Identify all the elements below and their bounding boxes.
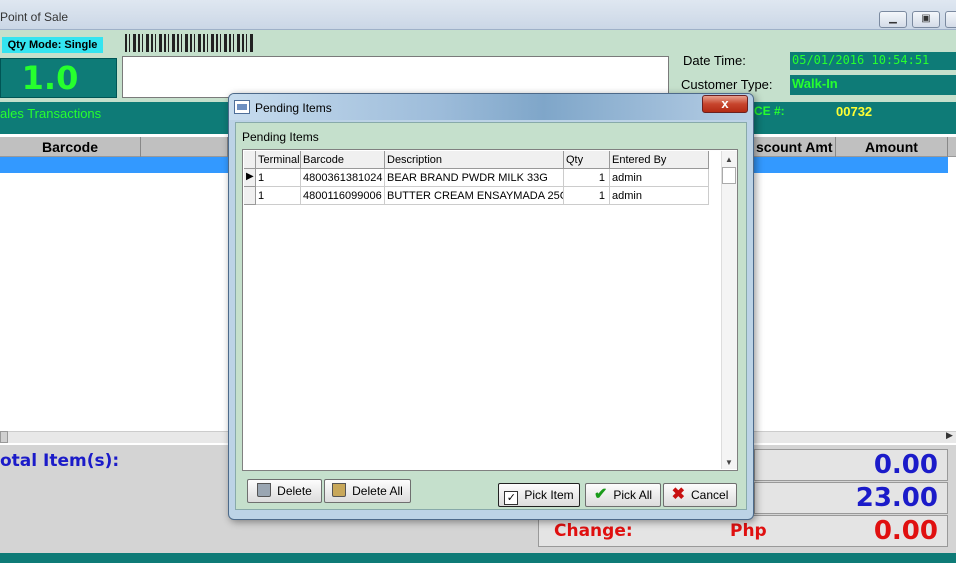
delete-all-button[interactable]: Delete All — [324, 479, 411, 503]
window-titlebar — [0, 0, 956, 30]
customer-type-value: Walk-In — [790, 75, 956, 95]
pick-all-label: Pick All — [613, 488, 653, 502]
scrollbar-thumb[interactable] — [722, 167, 736, 184]
invoice-number: 00732 — [836, 104, 873, 119]
column-description[interactable]: Description — [385, 151, 564, 169]
total-value-1: 0.00 — [873, 450, 938, 480]
cell-qty[interactable]: 1 — [564, 169, 610, 187]
column-entered-by[interactable]: Entered By — [610, 151, 709, 169]
printer-icon — [234, 100, 250, 114]
date-time-value: 05/01/2016 10:54:51 — [790, 52, 956, 70]
x-icon: ✖ — [671, 486, 686, 503]
cell-entered-by[interactable]: admin — [610, 169, 709, 187]
column-blank[interactable] — [141, 137, 228, 157]
cell-terminal[interactable]: 1 — [256, 169, 301, 187]
invoice-label: CE #: — [754, 104, 785, 118]
cell-barcode[interactable]: 4800361381024 — [301, 169, 385, 187]
current-row-indicator[interactable]: ▶ — [244, 169, 256, 187]
pick-all-button[interactable]: ✔ Pick All — [585, 483, 661, 507]
cancel-button[interactable]: ✖ Cancel — [663, 483, 737, 507]
qty-value: 1.0 — [21, 59, 79, 97]
qty-mode-badge: Qty Mode: Single — [2, 37, 103, 53]
delete-label: Delete — [277, 484, 312, 498]
dialog-close-button[interactable]: x — [702, 95, 748, 113]
cancel-label: Cancel — [691, 488, 729, 502]
barcode-icon — [125, 34, 255, 52]
pick-item-label: Pick Item — [524, 488, 574, 502]
cell-barcode[interactable]: 4800116099006 — [301, 187, 385, 205]
delete-all-label: Delete All — [352, 484, 403, 498]
scroll-down-icon[interactable]: ▼ — [723, 458, 735, 467]
close-window-button[interactable] — [945, 11, 956, 28]
cell-description[interactable]: BUTTER CREAM ENSAYMADA 25G — [385, 187, 564, 205]
minimize-icon: ▁ — [889, 13, 897, 24]
barcode-input[interactable] — [122, 56, 669, 98]
column-amount[interactable]: Amount — [836, 137, 948, 157]
column-terminal[interactable]: Terminal — [256, 151, 301, 169]
grid-corner — [244, 151, 256, 169]
column-barcode-pending[interactable]: Barcode — [301, 151, 385, 169]
date-time-label: Date Time: — [683, 53, 746, 68]
dialog-title: Pending Items — [255, 101, 332, 115]
trash-all-icon — [332, 483, 347, 497]
checkbox-icon: ✓ — [504, 491, 519, 505]
change-label: Change: — [554, 521, 633, 541]
row-pointer-icon: ▶ — [246, 171, 254, 182]
minimize-button[interactable]: ▁ — [879, 11, 907, 28]
checkmark-icon: ✔ — [593, 486, 608, 503]
scroll-right-icon[interactable]: ▶ — [946, 430, 953, 441]
window-title: Point of Sale — [0, 10, 69, 24]
cell-description[interactable]: BEAR BRAND PWDR MILK 33G — [385, 169, 564, 187]
customer-type-label: Customer Type: — [681, 77, 773, 92]
pending-items-group-label: Pending Items — [242, 130, 319, 144]
cell-terminal[interactable]: 1 — [256, 187, 301, 205]
cell-qty[interactable]: 1 — [564, 187, 610, 205]
trash-icon — [257, 483, 272, 497]
column-qty[interactable]: Qty — [564, 151, 610, 169]
column-barcode[interactable]: Barcode — [0, 137, 141, 157]
scroll-up-icon[interactable]: ▲ — [723, 155, 735, 164]
delete-button[interactable]: Delete — [247, 479, 322, 503]
row-header[interactable] — [244, 187, 256, 205]
sales-transactions-title: ales Transactions — [0, 106, 102, 121]
change-value: 0.00 — [873, 516, 938, 546]
vertical-scrollbar[interactable] — [721, 151, 737, 469]
maximize-button[interactable]: ▣ — [912, 11, 940, 28]
total-value-2: 23.00 — [855, 483, 938, 513]
column-discount-amt[interactable]: scount Amt — [754, 137, 836, 157]
bottom-strip — [0, 553, 956, 563]
pick-item-button[interactable]: ✓ Pick Item — [498, 483, 580, 507]
maximize-icon: ▣ — [921, 13, 931, 24]
total-items-label: otal Item(s): — [0, 451, 120, 471]
scroll-left-button[interactable] — [0, 431, 8, 443]
cell-entered-by[interactable]: admin — [610, 187, 709, 205]
